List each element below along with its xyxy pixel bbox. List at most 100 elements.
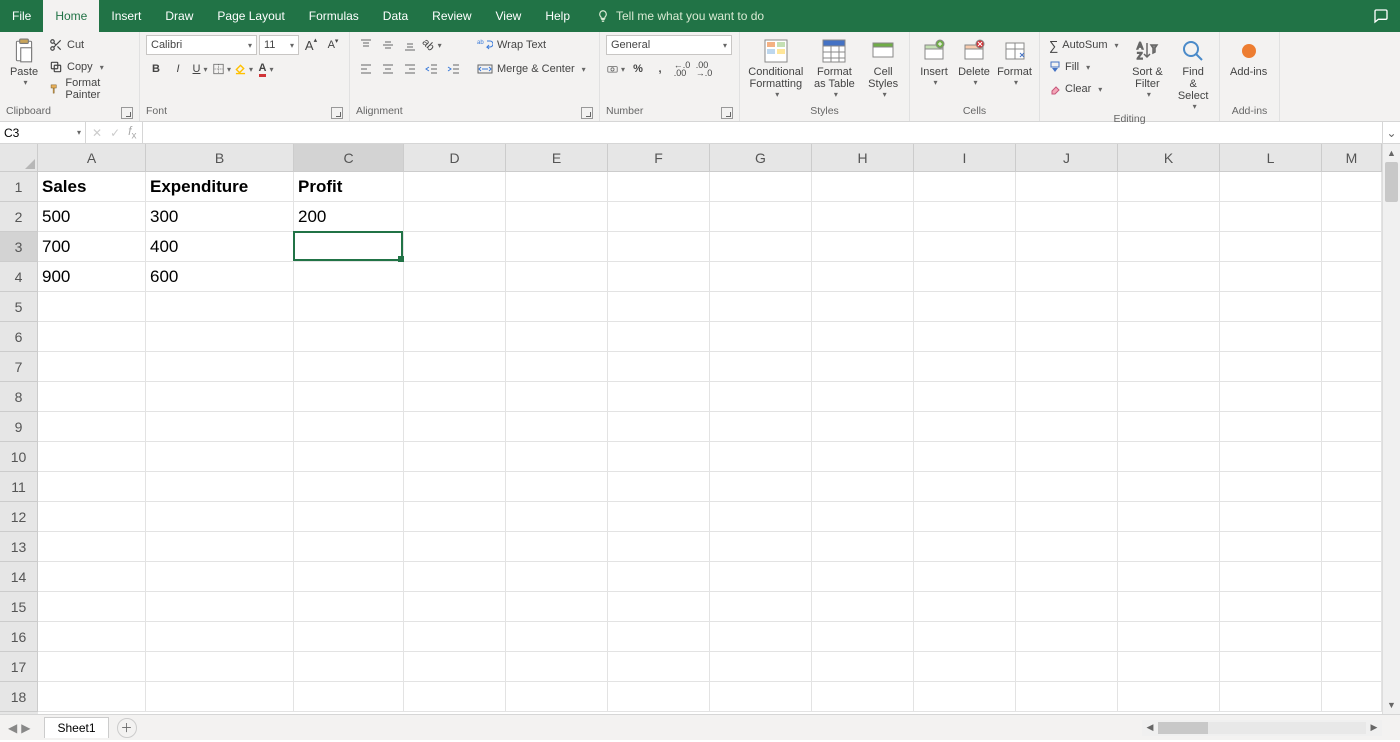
- cell-K14[interactable]: [1118, 562, 1220, 592]
- cell-I1[interactable]: [914, 172, 1016, 202]
- cell-K17[interactable]: [1118, 652, 1220, 682]
- horizontal-scrollbar[interactable]: ◀ ▶: [1142, 720, 1382, 736]
- cell-B1[interactable]: Expenditure: [146, 172, 294, 202]
- copy-button[interactable]: Copy▾: [46, 57, 133, 77]
- cell-K4[interactable]: [1118, 262, 1220, 292]
- cell-B2[interactable]: 300: [146, 202, 294, 232]
- cell-F3[interactable]: [608, 232, 710, 262]
- cell-M5[interactable]: [1322, 292, 1382, 322]
- cell-F7[interactable]: [608, 352, 710, 382]
- vscroll-thumb[interactable]: [1385, 162, 1398, 202]
- fill-color-button[interactable]: ▾: [234, 59, 254, 79]
- row-header-15[interactable]: 15: [0, 592, 38, 622]
- format-painter-button[interactable]: Format Painter: [46, 79, 133, 99]
- cell-G17[interactable]: [710, 652, 812, 682]
- italic-button[interactable]: I: [168, 59, 188, 79]
- cell-F18[interactable]: [608, 682, 710, 712]
- cell-J4[interactable]: [1016, 262, 1118, 292]
- cell-A2[interactable]: 500: [38, 202, 146, 232]
- cell-D5[interactable]: [404, 292, 506, 322]
- cell-C15[interactable]: [294, 592, 404, 622]
- cell-D18[interactable]: [404, 682, 506, 712]
- find-select-button[interactable]: Find & Select▾: [1173, 35, 1213, 113]
- select-all-corner[interactable]: [0, 144, 38, 172]
- cell-K13[interactable]: [1118, 532, 1220, 562]
- row-header-4[interactable]: 4: [0, 262, 38, 292]
- column-header-H[interactable]: H: [812, 144, 914, 171]
- cell-D1[interactable]: [404, 172, 506, 202]
- cell-F15[interactable]: [608, 592, 710, 622]
- cell-H1[interactable]: [812, 172, 914, 202]
- row-header-7[interactable]: 7: [0, 352, 38, 382]
- font-dialog-launcher[interactable]: [331, 107, 343, 119]
- cell-J8[interactable]: [1016, 382, 1118, 412]
- cell-M12[interactable]: [1322, 502, 1382, 532]
- cell-D3[interactable]: [404, 232, 506, 262]
- cell-H16[interactable]: [812, 622, 914, 652]
- cell-J7[interactable]: [1016, 352, 1118, 382]
- cell-B13[interactable]: [146, 532, 294, 562]
- cell-F12[interactable]: [608, 502, 710, 532]
- cell-G2[interactable]: [710, 202, 812, 232]
- scroll-left-button[interactable]: ◀: [1142, 722, 1158, 733]
- conditional-formatting-button[interactable]: Conditional Formatting▾: [746, 35, 806, 101]
- cell-K8[interactable]: [1118, 382, 1220, 412]
- cell-K10[interactable]: [1118, 442, 1220, 472]
- cell-I6[interactable]: [914, 322, 1016, 352]
- cell-C11[interactable]: [294, 472, 404, 502]
- tab-home[interactable]: Home: [43, 0, 99, 32]
- cell-E13[interactable]: [506, 532, 608, 562]
- cell-M4[interactable]: [1322, 262, 1382, 292]
- cell-F8[interactable]: [608, 382, 710, 412]
- cell-M17[interactable]: [1322, 652, 1382, 682]
- column-header-A[interactable]: A: [38, 144, 146, 171]
- row-header-2[interactable]: 2: [0, 202, 38, 232]
- cell-L15[interactable]: [1220, 592, 1322, 622]
- cell-I13[interactable]: [914, 532, 1016, 562]
- cell-J1[interactable]: [1016, 172, 1118, 202]
- cell-L12[interactable]: [1220, 502, 1322, 532]
- cell-L4[interactable]: [1220, 262, 1322, 292]
- cell-L3[interactable]: [1220, 232, 1322, 262]
- clipboard-dialog-launcher[interactable]: [121, 107, 133, 119]
- cell-L6[interactable]: [1220, 322, 1322, 352]
- cell-G3[interactable]: [710, 232, 812, 262]
- cell-C4[interactable]: [294, 262, 404, 292]
- cell-H5[interactable]: [812, 292, 914, 322]
- cell-E7[interactable]: [506, 352, 608, 382]
- cell-B14[interactable]: [146, 562, 294, 592]
- decrease-decimal-button[interactable]: .00→.0: [694, 59, 714, 79]
- scroll-up-button[interactable]: ▲: [1383, 144, 1400, 162]
- row-header-16[interactable]: 16: [0, 622, 38, 652]
- orientation-button[interactable]: ab▾: [422, 35, 442, 55]
- cell-D8[interactable]: [404, 382, 506, 412]
- scroll-right-button[interactable]: ▶: [1366, 722, 1382, 733]
- tab-file[interactable]: File: [0, 0, 43, 32]
- cell-C17[interactable]: [294, 652, 404, 682]
- column-header-C[interactable]: C: [294, 144, 404, 171]
- cell-E11[interactable]: [506, 472, 608, 502]
- number-dialog-launcher[interactable]: [721, 107, 733, 119]
- cell-M18[interactable]: [1322, 682, 1382, 712]
- cell-I12[interactable]: [914, 502, 1016, 532]
- accounting-format-button[interactable]: ▾: [606, 59, 626, 79]
- number-format-combo[interactable]: General▾: [606, 35, 732, 55]
- cell-L8[interactable]: [1220, 382, 1322, 412]
- align-top-button[interactable]: [356, 35, 376, 55]
- tab-review[interactable]: Review: [420, 0, 483, 32]
- cell-J5[interactable]: [1016, 292, 1118, 322]
- column-header-D[interactable]: D: [404, 144, 506, 171]
- cell-L16[interactable]: [1220, 622, 1322, 652]
- scroll-down-button[interactable]: ▼: [1383, 696, 1400, 714]
- vertical-scrollbar[interactable]: ▲ ▼: [1382, 144, 1400, 714]
- fx-button[interactable]: fx: [128, 124, 136, 141]
- new-sheet-button[interactable]: ＋: [117, 718, 137, 738]
- cell-J3[interactable]: [1016, 232, 1118, 262]
- cell-A17[interactable]: [38, 652, 146, 682]
- cell-E16[interactable]: [506, 622, 608, 652]
- cell-M2[interactable]: [1322, 202, 1382, 232]
- cell-K7[interactable]: [1118, 352, 1220, 382]
- cell-C16[interactable]: [294, 622, 404, 652]
- cell-D4[interactable]: [404, 262, 506, 292]
- borders-button[interactable]: ▾: [212, 59, 232, 79]
